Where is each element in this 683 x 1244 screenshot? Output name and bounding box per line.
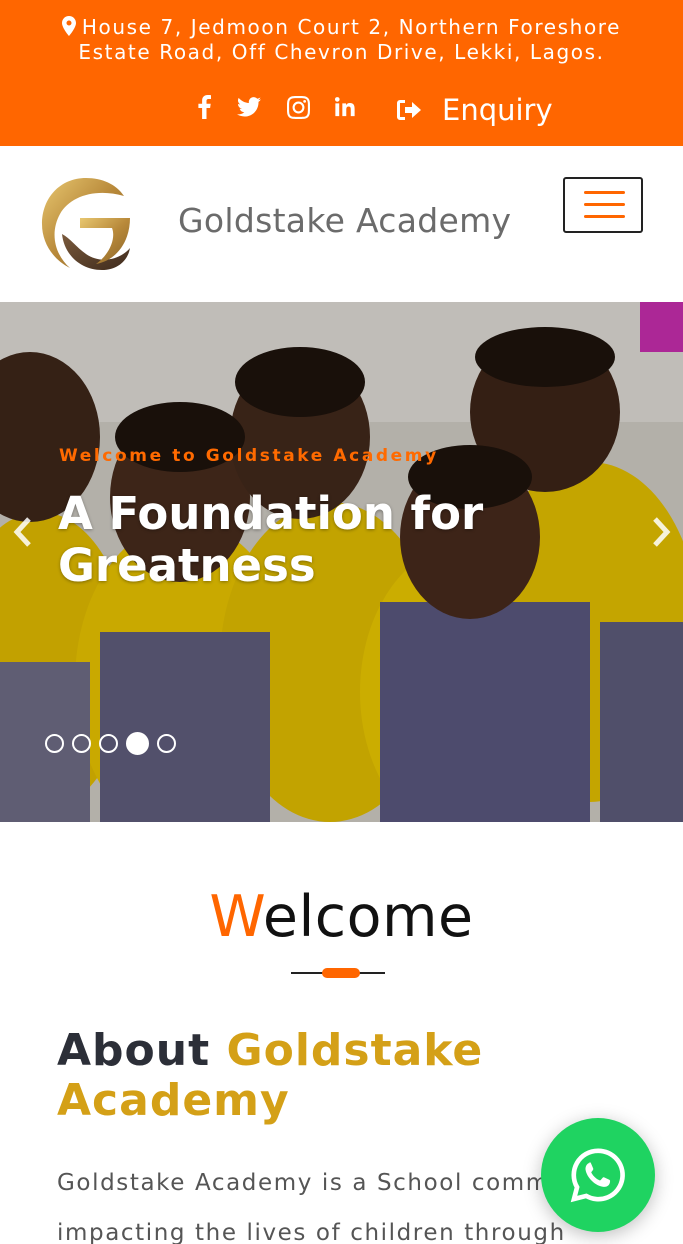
- menu-bar-icon: [584, 191, 625, 194]
- linkedin-icon[interactable]: [332, 92, 360, 122]
- about-prefix: About: [57, 1025, 211, 1076]
- address: House 7, Jedmoon Court 2, Northern Fores…: [0, 16, 683, 64]
- site-header: Goldstake Academy: [0, 146, 683, 302]
- slider-dot[interactable]: [45, 734, 64, 753]
- goldstake-logo[interactable]: [40, 174, 132, 274]
- social-links: [0, 92, 683, 128]
- enquiry-label: Enquiry: [442, 93, 553, 127]
- hero-headline: A Foundation for Greatness: [58, 487, 484, 592]
- slider-prev-button[interactable]: [8, 512, 38, 552]
- slider-dot[interactable]: [72, 734, 91, 753]
- top-contact-bar: House 7, Jedmoon Court 2, Northern Fores…: [0, 0, 683, 146]
- slider-next-button[interactable]: [646, 512, 676, 552]
- enquiry-button[interactable]: Enquiry: [396, 90, 553, 130]
- welcome-first-letter: W: [209, 884, 263, 950]
- sign-out-icon: [397, 100, 421, 120]
- twitter-icon[interactable]: [235, 92, 263, 122]
- slider-dot[interactable]: [99, 734, 118, 753]
- welcome-heading: Welcome: [0, 884, 683, 950]
- about-heading: About Goldstake Academy: [57, 1026, 617, 1126]
- address-line-1: House 7, Jedmoon Court 2, Northern Fores…: [81, 15, 622, 39]
- map-marker-icon: [61, 16, 76, 41]
- hero-slider: Welcome to Goldstake Academy A Foundatio…: [0, 302, 683, 822]
- hero-eyebrow: Welcome to Goldstake Academy: [59, 446, 439, 466]
- slider-dot-active[interactable]: [126, 732, 149, 755]
- facebook-icon[interactable]: [190, 92, 218, 122]
- hamburger-menu-button[interactable]: [563, 177, 643, 233]
- address-line-2: Estate Road, Off Chevron Drive, Lekki, L…: [78, 40, 605, 64]
- whatsapp-icon: [570, 1148, 625, 1203]
- slider-indicators: [45, 732, 176, 755]
- menu-bar-icon: [584, 215, 625, 218]
- menu-bar-icon: [584, 203, 625, 206]
- whatsapp-chat-button[interactable]: [541, 1118, 655, 1232]
- instagram-icon[interactable]: [284, 92, 312, 122]
- section-divider-accent: [322, 968, 360, 978]
- brand-name[interactable]: Goldstake Academy: [178, 201, 511, 240]
- slider-dot[interactable]: [157, 734, 176, 753]
- chevron-left-icon: [13, 517, 31, 547]
- chevron-right-icon: [653, 517, 671, 547]
- welcome-rest: elcome: [262, 884, 474, 950]
